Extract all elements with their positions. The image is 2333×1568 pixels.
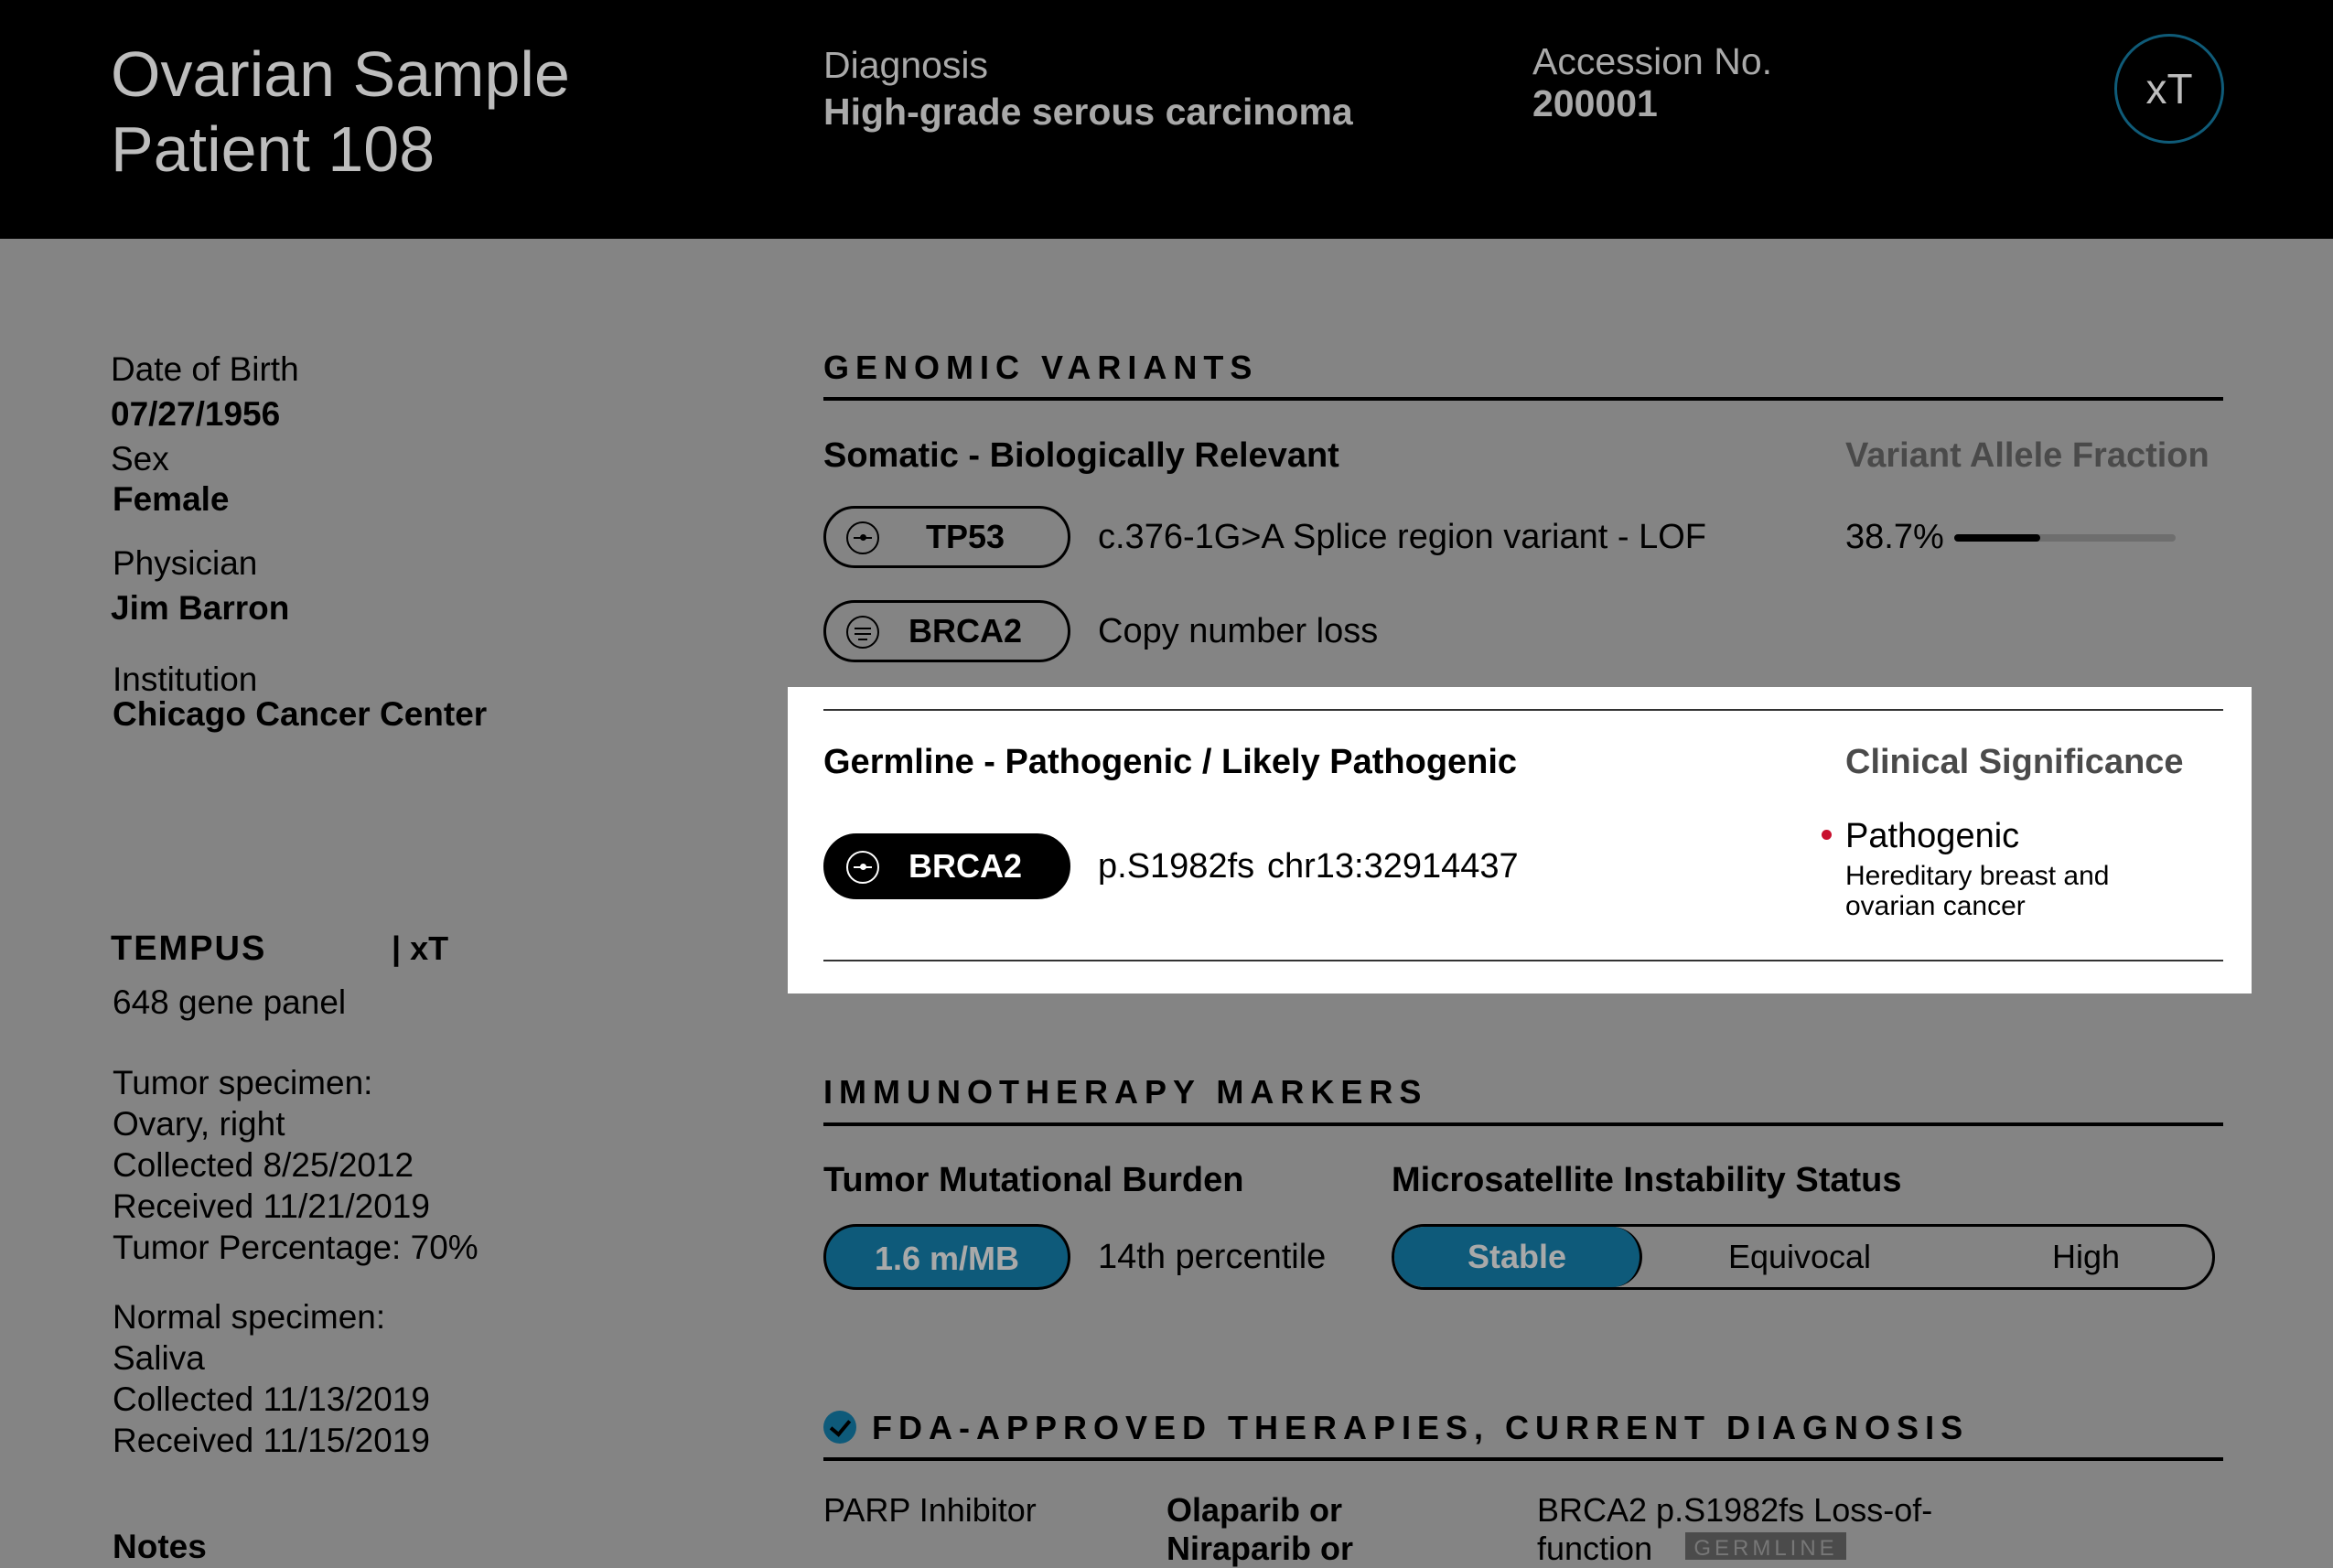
- diagnosis-value: High-grade serous carcinoma: [823, 91, 1353, 133]
- physician-value: Jim Barron: [111, 589, 290, 627]
- section-rule: [823, 1122, 2223, 1126]
- tmb-value: 1.6 m/MB: [874, 1240, 1020, 1277]
- msi-option-high[interactable]: High: [1960, 1227, 2212, 1287]
- report-header: Ovarian Sample Patient 108 Diagnosis Hig…: [0, 0, 2333, 239]
- gene-pill-brca2-germline[interactable]: BRCA2: [823, 833, 1070, 899]
- vaf-header: Variant Allele Fraction: [1845, 436, 2209, 475]
- accession-value: 200001: [1532, 82, 1658, 124]
- germline-protein: p.S1982fs: [1098, 847, 1255, 886]
- fda-therapies-title: FDA-APPROVED THERAPIES, CURRENT DIAGNOSI…: [872, 1409, 1970, 1446]
- therapy-class: PARP Inhibitor: [823, 1491, 1037, 1529]
- significance-value: Pathogenic: [1845, 817, 2020, 855]
- genomic-variants-title: GENOMIC VARIANTS: [823, 349, 1259, 386]
- tmb-percentile: 14th percentile: [1098, 1238, 1327, 1276]
- vaf-value: 38.7%: [1845, 518, 1944, 556]
- msi-title: Microsatellite Instability Status: [1392, 1161, 1902, 1199]
- vaf-bar-fill: [1954, 534, 2040, 542]
- germline-position: chr13:32914437: [1267, 847, 1519, 886]
- accession-label: Accession No.: [1532, 40, 1773, 82]
- vaf-bar: [1954, 534, 2176, 542]
- tumor-specimen-label: Tumor specimen:: [113, 1064, 373, 1101]
- tumor-site: Ovary, right: [113, 1105, 285, 1143]
- germline-title: Germline - Pathogenic / Likely Pathogeni…: [823, 743, 1518, 781]
- physician-label: Physician: [113, 544, 258, 582]
- institution-value: Chicago Cancer Center: [113, 695, 488, 733]
- panel-text: 648 gene panel: [113, 983, 347, 1021]
- sex-value: Female: [113, 480, 230, 518]
- tumor-collected: Collected 8/25/2012: [113, 1146, 414, 1184]
- normal-collected: Collected 11/13/2019: [113, 1380, 430, 1418]
- msi-option-stable[interactable]: Stable: [1394, 1227, 1642, 1287]
- patient-title-line1: Ovarian Sample: [111, 38, 570, 110]
- pathogenic-dot-icon: [1822, 830, 1832, 840]
- gene-name: BRCA2: [908, 847, 1022, 885]
- variant-change: Copy number loss: [1098, 612, 1379, 650]
- condition-line2: ovarian cancer: [1845, 891, 2026, 921]
- notes-label: Notes: [113, 1528, 207, 1565]
- diagnosis-label: Diagnosis: [823, 44, 989, 86]
- tumor-percentage: Tumor Percentage: 70%: [113, 1229, 478, 1266]
- gene-name: BRCA2: [908, 612, 1022, 650]
- therapy-evidence-line2: function: [1537, 1530, 1653, 1567]
- xt-logo: xT: [2114, 34, 2224, 144]
- patient-title-line2: Patient 108: [111, 113, 435, 185]
- normal-received: Received 11/15/2019: [113, 1422, 430, 1459]
- somatic-title: Somatic - Biologically Relevant: [823, 436, 1339, 475]
- therapy-evidence-line1: BRCA2 p.S1982fs Loss-of-: [1537, 1491, 1933, 1529]
- clinical-significance-header: Clinical Significance: [1845, 743, 2184, 781]
- sex-label: Sex: [111, 440, 169, 478]
- dob-label: Date of Birth: [111, 350, 299, 388]
- section-rule: [823, 1457, 2223, 1461]
- gene-pill-tp53[interactable]: TP53: [823, 506, 1070, 568]
- msi-option-equivocal[interactable]: Equivocal: [1640, 1227, 1960, 1287]
- germline-bottom-rule: [823, 960, 2223, 961]
- section-rule: [823, 397, 2223, 401]
- dob-value: 07/27/1956: [111, 395, 281, 433]
- normal-type: Saliva: [113, 1339, 205, 1377]
- tempus-logo: TEMPUS: [111, 929, 267, 968]
- immunotherapy-title: IMMUNOTHERAPY MARKERS: [823, 1073, 1428, 1111]
- product-name: | xT: [392, 929, 449, 967]
- tmb-title: Tumor Mutational Burden: [823, 1161, 1244, 1199]
- patient-title: Ovarian Sample Patient 108: [111, 37, 570, 187]
- normal-specimen-label: Normal specimen:: [113, 1298, 386, 1336]
- institution-label: Institution: [113, 660, 258, 698]
- variant-effect: Splice region variant - LOF: [1293, 518, 1706, 556]
- germline-tag: GERMLINE: [1685, 1532, 1846, 1561]
- check-icon: [823, 1411, 856, 1444]
- germline-top-rule: [823, 709, 2223, 711]
- therapy-drugs-line1: Olaparib or: [1166, 1491, 1343, 1529]
- msi-status-selector: Stable Equivocal High: [1392, 1224, 2215, 1290]
- variant-change: c.376-1G>A: [1098, 518, 1285, 556]
- gene-name: TP53: [925, 518, 1005, 555]
- tmb-value-pill: 1.6 m/MB: [823, 1224, 1070, 1290]
- tumor-received: Received 11/21/2019: [113, 1187, 430, 1225]
- therapy-drugs-line2: Niraparib or: [1166, 1530, 1354, 1567]
- gene-pill-brca2-somatic[interactable]: BRCA2: [823, 600, 1070, 662]
- condition-line1: Hereditary breast and: [1845, 861, 2110, 891]
